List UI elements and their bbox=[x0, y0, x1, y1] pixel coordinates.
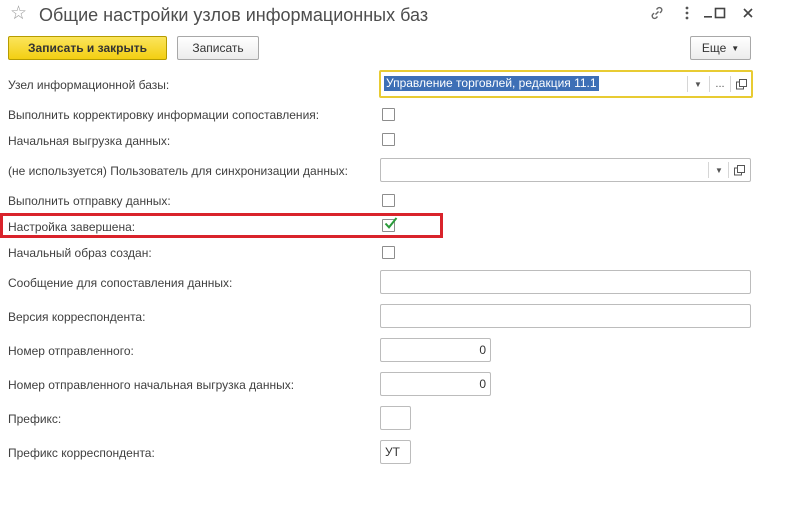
send-data-label: Выполнить отправку данных: bbox=[8, 194, 171, 208]
initial-upload-checkbox[interactable] bbox=[382, 133, 395, 146]
sent-number-initial-label: Номер отправленного начальная выгрузка д… bbox=[8, 378, 295, 392]
field-separator bbox=[709, 76, 710, 92]
chevron-down-icon: ▼ bbox=[731, 43, 740, 53]
correct-matching-checkbox[interactable] bbox=[382, 108, 395, 121]
field-separator bbox=[730, 76, 731, 92]
maximize-icon[interactable] bbox=[709, 3, 731, 23]
sent-number-field[interactable]: 0 bbox=[380, 338, 491, 362]
correspondent-version-label: Версия корреспондента: bbox=[8, 310, 146, 324]
open-icon[interactable] bbox=[732, 75, 750, 93]
correspondent-version-field[interactable] bbox=[380, 304, 751, 328]
matching-message-field[interactable] bbox=[380, 270, 751, 294]
node-value: Управление торговлей, редакция 11.1 bbox=[384, 76, 599, 91]
sent-number-label: Номер отправленного: bbox=[8, 344, 134, 358]
sync-user-field[interactable]: ▼ bbox=[380, 158, 751, 182]
save-label: Записать bbox=[192, 41, 244, 55]
correspondent-version-value bbox=[381, 309, 385, 323]
matching-message-value bbox=[381, 275, 385, 289]
open-icon[interactable] bbox=[730, 161, 748, 179]
field-separator bbox=[728, 162, 729, 178]
link-icon[interactable] bbox=[646, 3, 668, 23]
node-select-button[interactable]: ... bbox=[711, 75, 729, 93]
node-label: Узел информационной базы: bbox=[8, 78, 170, 92]
initial-upload-label: Начальная выгрузка данных: bbox=[8, 134, 171, 148]
highlight-frame bbox=[0, 213, 443, 238]
more-button[interactable]: Еще ▼ bbox=[690, 36, 751, 60]
correct-matching-label: Выполнить корректировку информации сопос… bbox=[8, 108, 320, 122]
kebab-menu-icon[interactable] bbox=[676, 3, 698, 23]
save-and-close-button[interactable]: Записать и закрыть bbox=[8, 36, 167, 60]
node-field[interactable]: Управление торговлей, редакция 11.1 ▼ ..… bbox=[379, 70, 753, 98]
window-title: Общие настройки узлов информационных баз bbox=[39, 5, 429, 25]
prefix-label: Префикс: bbox=[8, 412, 62, 426]
more-label: Еще bbox=[701, 41, 727, 55]
save-button[interactable]: Записать bbox=[177, 36, 259, 60]
node-dropdown-icon[interactable]: ▼ bbox=[689, 75, 707, 93]
save-and-close-label: Записать и закрыть bbox=[28, 41, 147, 55]
prefix-field[interactable] bbox=[380, 406, 411, 430]
field-separator bbox=[708, 162, 709, 178]
initial-image-checkbox[interactable] bbox=[382, 246, 395, 259]
sync-user-dropdown-icon[interactable]: ▼ bbox=[710, 161, 728, 179]
matching-message-label: Сообщение для сопоставления данных: bbox=[8, 276, 233, 290]
send-data-checkbox[interactable] bbox=[382, 194, 395, 207]
correspondent-prefix-label: Префикс корреспондента: bbox=[8, 446, 155, 460]
correspondent-prefix-field[interactable]: УТ bbox=[380, 440, 411, 464]
close-icon[interactable] bbox=[737, 3, 759, 23]
sent-number-initial-field[interactable]: 0 bbox=[380, 372, 491, 396]
sync-user-label: (не используется) Пользователь для синхр… bbox=[8, 164, 348, 178]
initial-image-label: Начальный образ создан: bbox=[8, 246, 152, 260]
favorite-star-icon[interactable]: ☆ bbox=[10, 3, 27, 25]
field-separator bbox=[687, 76, 688, 92]
